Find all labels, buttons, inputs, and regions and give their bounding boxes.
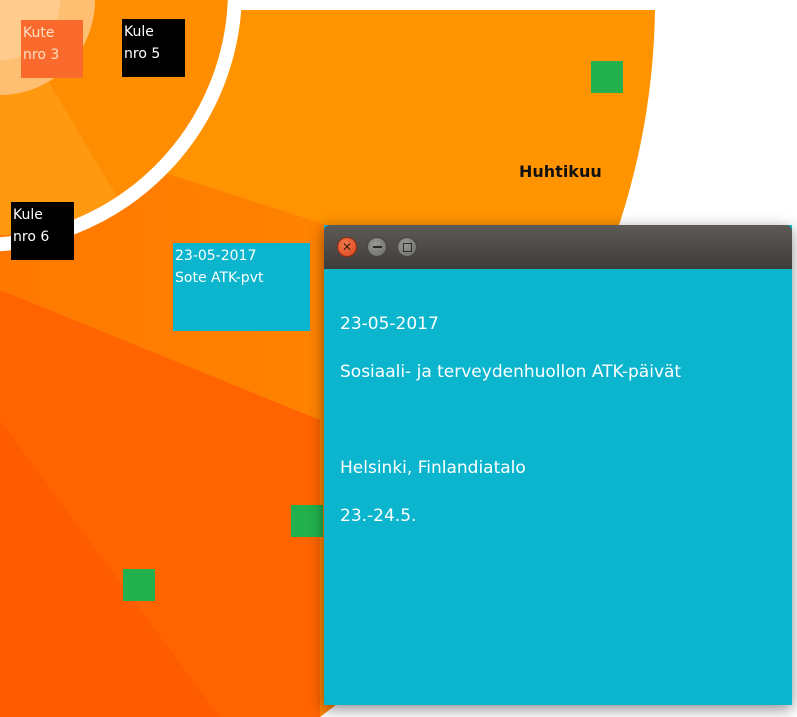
window-titlebar[interactable]: ✕: [324, 225, 792, 269]
wheel-event-label[interactable]: 23-05-2017 Sote ATK-pvt: [173, 243, 310, 331]
minimize-icon[interactable]: [367, 237, 387, 257]
wheel-label-kule-6[interactable]: Kule nro 6: [11, 202, 74, 260]
event-marker[interactable]: [291, 505, 323, 537]
close-icon[interactable]: ✕: [337, 237, 357, 257]
event-details-window: ✕ 23-05-2017 Sosiaali- ja terveydenhuoll…: [324, 225, 792, 705]
event-title: Sosiaali- ja terveydenhuollon ATK-päivät: [340, 362, 682, 382]
event-marker[interactable]: [591, 61, 623, 93]
wheel-label-kule-5[interactable]: Kule nro 5: [122, 19, 185, 77]
event-date: 23-05-2017: [340, 314, 439, 334]
wheel-label-kute-3[interactable]: Kute nro 3: [21, 20, 83, 78]
event-marker[interactable]: [123, 569, 155, 601]
maximize-icon[interactable]: [397, 237, 417, 257]
event-details-body: 23-05-2017 Sosiaali- ja terveydenhuollon…: [324, 269, 792, 571]
event-dates: 23.-24.5.: [340, 506, 417, 526]
month-label: Huhtikuu: [519, 162, 602, 181]
event-location: Helsinki, Finlandiatalo: [340, 458, 526, 478]
